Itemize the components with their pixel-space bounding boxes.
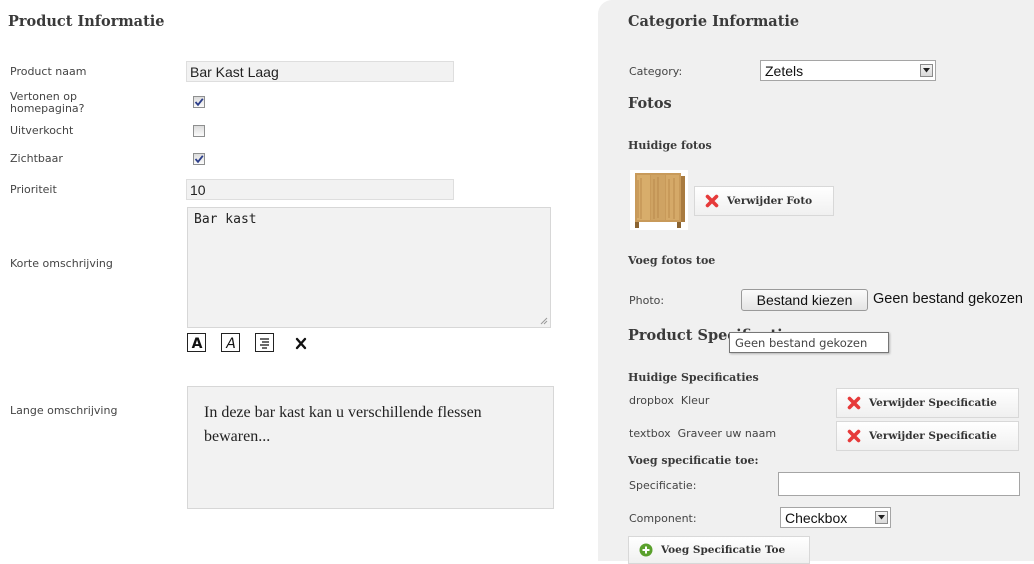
bold-button[interactable]: A bbox=[187, 333, 206, 352]
priority-label: Prioriteit bbox=[10, 183, 57, 196]
homepage-checkbox[interactable] bbox=[193, 96, 205, 108]
delete-spec-button[interactable]: Verwijder Specificatie bbox=[836, 388, 1019, 418]
chevron-down-icon bbox=[923, 68, 930, 73]
visible-checkbox[interactable] bbox=[193, 153, 205, 165]
soldout-label: Uitverkocht bbox=[10, 124, 74, 137]
svg-text:A: A bbox=[225, 336, 236, 350]
clear-format-button[interactable] bbox=[295, 337, 307, 353]
delete-icon bbox=[705, 194, 719, 208]
long-desc-label: Lange omschrijving bbox=[10, 404, 118, 417]
homepage-label: Vertonen op homepagina? bbox=[10, 90, 85, 115]
current-specs-heading: Huidige Specificaties bbox=[628, 371, 759, 384]
delete-spec-label: Verwijder Specificatie bbox=[869, 397, 997, 409]
spec-type: textbox bbox=[629, 427, 671, 440]
spec-row: textbox Graveer uw naam bbox=[629, 428, 776, 440]
soldout-checkbox[interactable] bbox=[193, 125, 205, 137]
product-name-input[interactable]: Bar Kast Laag bbox=[186, 61, 454, 82]
add-spec-button[interactable]: Voeg Specificatie Toe bbox=[628, 536, 810, 564]
short-desc-text: Bar kast bbox=[194, 212, 257, 227]
category-select-value: Zetels bbox=[765, 62, 804, 79]
category-select[interactable]: Zetels bbox=[760, 60, 936, 81]
spec-type: dropbox bbox=[629, 394, 674, 407]
bold-icon: A bbox=[191, 336, 202, 350]
file-status-text: Geen bestand gekozen bbox=[873, 291, 1023, 307]
paragraph-icon bbox=[260, 337, 269, 349]
spec-name: Graveer uw naam bbox=[677, 427, 777, 440]
visible-label: Zichtbaar bbox=[10, 152, 63, 165]
component-select[interactable]: Checkbox bbox=[780, 507, 891, 528]
choose-file-button[interactable]: Bestand kiezen bbox=[741, 289, 868, 311]
delete-icon bbox=[847, 429, 861, 443]
dropdown-arrow[interactable] bbox=[920, 64, 933, 77]
product-photo-thumbnail bbox=[630, 170, 688, 230]
spec-label: Specificatie: bbox=[629, 479, 697, 492]
add-spec-heading: Voeg specificatie toe: bbox=[628, 454, 759, 467]
dropdown-arrow[interactable] bbox=[875, 511, 888, 524]
spec-name: Kleur bbox=[680, 394, 710, 407]
delete-spec-button[interactable]: Verwijder Specificatie bbox=[836, 421, 1019, 451]
resize-grip-icon[interactable] bbox=[540, 317, 548, 325]
product-info-heading: Product Informatie bbox=[8, 13, 165, 30]
component-select-value: Checkbox bbox=[785, 509, 848, 526]
category-label: Category: bbox=[629, 65, 683, 78]
long-desc-editor[interactable]: In deze bar kast kan u verschillende fle… bbox=[187, 386, 554, 509]
delete-spec-label: Verwijder Specificatie bbox=[869, 430, 997, 442]
svg-text:A: A bbox=[191, 336, 202, 350]
cabinet-photo bbox=[635, 173, 685, 228]
delete-photo-button[interactable]: Verwijder Foto bbox=[694, 186, 834, 216]
paragraph-button[interactable] bbox=[255, 333, 274, 352]
checkmark-icon bbox=[194, 98, 204, 107]
file-tooltip: Geen bestand gekozen bbox=[729, 332, 889, 353]
spec-input[interactable] bbox=[778, 472, 1020, 496]
spec-row: dropbox Kleur bbox=[629, 395, 709, 407]
add-photos-heading: Voeg fotos toe bbox=[628, 254, 716, 267]
current-photos-heading: Huidige fotos bbox=[628, 139, 712, 152]
component-label: Component: bbox=[629, 512, 697, 525]
clear-format-icon bbox=[295, 337, 307, 350]
product-name-label: Product naam bbox=[10, 65, 87, 78]
delete-icon bbox=[847, 396, 861, 410]
chevron-down-icon bbox=[878, 515, 885, 520]
add-spec-label: Voeg Specificatie Toe bbox=[661, 544, 786, 556]
short-desc-textarea[interactable]: Bar kast bbox=[187, 207, 551, 328]
short-desc-label: Korte omschrijving bbox=[10, 257, 113, 270]
photo-label: Photo: bbox=[629, 294, 665, 307]
italic-icon: A bbox=[225, 336, 236, 350]
delete-photo-label: Verwijder Foto bbox=[727, 195, 813, 207]
checkmark-icon bbox=[194, 155, 204, 164]
priority-input[interactable]: 10 bbox=[186, 179, 454, 200]
category-info-heading: Categorie Informatie bbox=[628, 13, 800, 30]
italic-button[interactable]: A bbox=[221, 333, 240, 352]
add-icon bbox=[639, 543, 653, 557]
photos-heading: Fotos bbox=[628, 95, 672, 112]
